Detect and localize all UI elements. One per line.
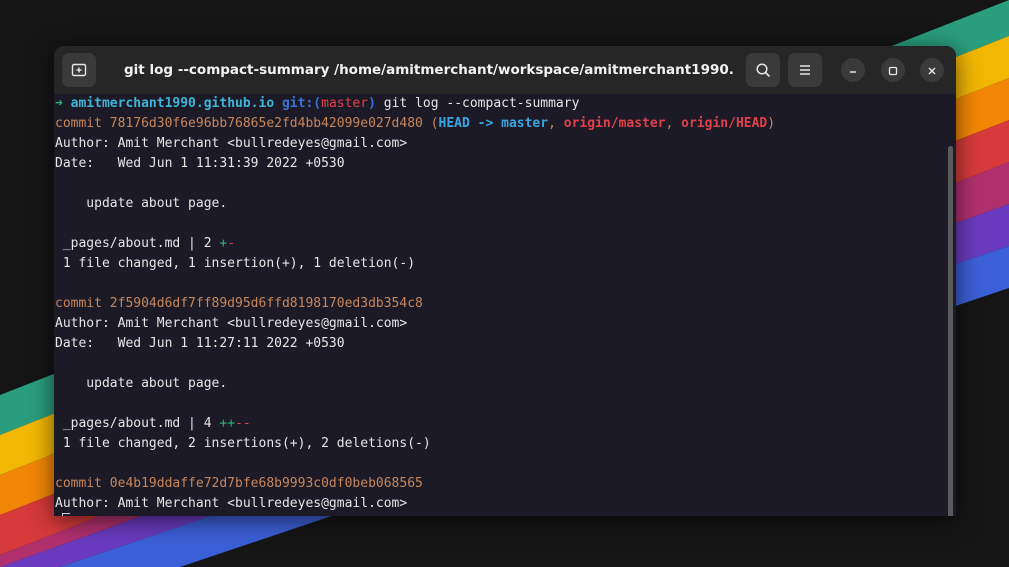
commit-hash: commit 0e4b19ddaffe72d7bfe68b9993c0df0be…	[55, 476, 423, 491]
stat-plus: ++	[219, 416, 236, 431]
commit-author: Author: Amit Merchant <bullredeyes@gmail…	[55, 136, 408, 151]
terminal-output[interactable]: ➜ amitmerchant1990.github.io git:(master…	[54, 94, 956, 516]
commit-date: Date: Wed Jun 1 11:27:11 2022 +0530	[55, 336, 345, 351]
prompt-repo: amitmerchant1990.github.io	[70, 96, 275, 111]
cursor-indicator	[62, 513, 70, 516]
refs-sep: ,	[665, 116, 682, 131]
title-bar: git log --compact-summary /home/amitmerc…	[54, 46, 956, 94]
new-tab-icon	[71, 62, 87, 78]
terminal-scrollbar[interactable]	[948, 146, 953, 516]
window-title: git log --compact-summary /home/amitmerc…	[124, 62, 734, 78]
commit-date: Date: Wed Jun 1 11:31:39 2022 +0530	[55, 156, 345, 171]
prompt-git-close: )	[368, 96, 376, 111]
close-icon	[927, 61, 937, 80]
maximize-icon	[888, 61, 898, 80]
commit-summary: 1 file changed, 1 insertion(+), 1 deleti…	[55, 256, 416, 271]
commit-message: update about page.	[55, 376, 228, 391]
prompt-branch: master	[321, 96, 369, 111]
search-icon	[755, 62, 771, 78]
commit-hash: commit 2f5904d6df7ff89d95d6ffd8198170ed3…	[55, 296, 423, 311]
file-stat: _pages/about.md | 4	[55, 416, 220, 431]
file-stat-line: _pages/about.md | 4 ++--	[55, 414, 956, 434]
commit-hash: commit 78176d30f6e96bb76865e2fd4bb42099e…	[55, 116, 423, 131]
prompt-line: ➜ amitmerchant1990.github.io git:(master…	[55, 94, 956, 114]
prompt-git-label: git:(	[281, 96, 322, 111]
minimize-button[interactable]	[841, 58, 865, 82]
refs-sep: ,	[548, 116, 564, 131]
maximize-button[interactable]	[881, 58, 905, 82]
refs-close: )	[767, 116, 776, 131]
ref-head: HEAD -> master	[438, 116, 549, 131]
commit-hash-line: commit 78176d30f6e96bb76865e2fd4bb42099e…	[55, 114, 956, 134]
file-stat: _pages/about.md | 2	[55, 236, 220, 251]
minimize-icon	[848, 61, 858, 80]
hamburger-menu-icon	[797, 62, 813, 78]
file-stat-line: _pages/about.md | 2 +-	[55, 234, 956, 254]
stat-minus: --	[235, 416, 251, 431]
terminal-window: git log --compact-summary /home/amitmerc…	[54, 46, 956, 516]
ref-origin-head: origin/HEAD	[681, 116, 768, 131]
commit-author: Author: Amit Merchant <bullredeyes@gmail…	[55, 316, 408, 331]
prompt-arrow-icon: ➜	[55, 96, 63, 111]
close-button[interactable]	[920, 58, 944, 82]
commit-author: Author: Amit Merchant <bullredeyes@gmail…	[55, 496, 408, 511]
commit-summary: 1 file changed, 2 insertions(+), 2 delet…	[55, 436, 431, 451]
ref-origin-master: origin/master	[563, 116, 666, 131]
menu-button[interactable]	[788, 53, 822, 87]
new-tab-button[interactable]	[62, 53, 96, 87]
refs-open: (	[422, 116, 439, 131]
search-button[interactable]	[746, 53, 780, 87]
commit-message: update about page.	[55, 196, 228, 211]
prompt-command: git log --compact-summary	[383, 96, 580, 111]
stat-minus: -	[227, 236, 236, 251]
